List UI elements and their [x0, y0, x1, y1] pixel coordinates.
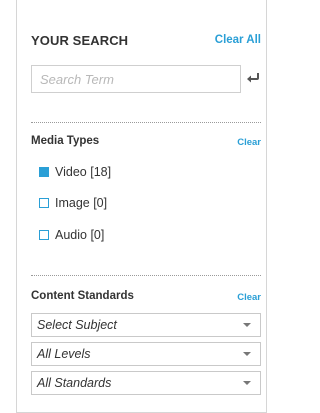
content-standards-title: Content Standards — [31, 290, 134, 302]
return-arrow-icon[interactable] — [246, 71, 260, 85]
subject-select-value: Select Subject — [37, 318, 117, 332]
clear-all-link[interactable]: Clear All — [215, 34, 261, 46]
section-divider — [31, 275, 261, 276]
media-type-image-option[interactable]: Image [0] — [39, 195, 107, 211]
image-checkbox[interactable] — [39, 198, 49, 208]
standards-select-value: All Standards — [37, 376, 112, 390]
content-standards-clear-link[interactable]: Clear — [237, 292, 261, 303]
caret-down-icon — [243, 352, 251, 356]
media-type-label: Image [0] — [55, 196, 108, 210]
levels-select-value: All Levels — [37, 347, 91, 361]
search-section-title: YOUR SEARCH — [31, 33, 129, 48]
standards-select[interactable]: All Standards — [31, 371, 261, 395]
levels-select[interactable]: All Levels — [31, 342, 261, 366]
search-term-input[interactable] — [31, 65, 241, 93]
media-types-title: Media Types — [31, 135, 100, 147]
media-type-label: Audio [0] — [55, 228, 105, 242]
search-filter-panel: YOUR SEARCH Clear All Media Types Clear … — [16, 0, 267, 413]
section-divider — [31, 122, 261, 123]
caret-down-icon — [243, 323, 251, 327]
audio-checkbox[interactable] — [39, 230, 49, 240]
media-types-clear-link[interactable]: Clear — [237, 137, 261, 148]
media-type-video-option[interactable]: Video [18] — [39, 164, 111, 180]
video-checkbox[interactable] — [39, 167, 49, 177]
subject-select[interactable]: Select Subject — [31, 313, 261, 337]
media-type-label: Video [18] — [55, 165, 112, 179]
media-type-audio-option[interactable]: Audio [0] — [39, 227, 104, 243]
caret-down-icon — [243, 381, 251, 385]
